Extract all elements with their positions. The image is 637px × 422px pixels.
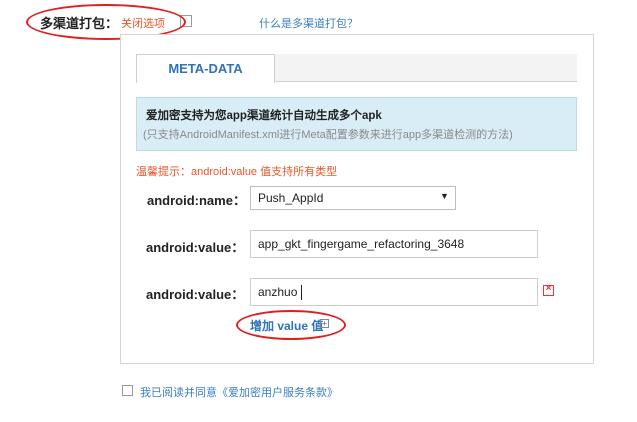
info-box [136,97,577,151]
help-link[interactable]: 什么是多渠道打包？ [259,15,358,31]
info-subtitle: (只支持AndroidManifest.xml进行Meta配置参数来进行app多… [143,129,513,141]
android-value-text-1: app_gkt_fingergame_refactoring_3648 [258,237,465,251]
agreement-checkbox[interactable] [122,385,133,396]
android-value-text-2: anzhuo [258,285,298,299]
android-name-label: android:name： [147,193,246,208]
android-value-label-1: android:value： [146,240,245,255]
chevron-down-icon: ▼ [440,191,449,201]
text-caret [301,285,302,300]
highlight-ellipse-add-value [236,310,346,340]
info-title: 爱加密支持为您app渠道统计自动生成多个apk [146,110,382,122]
agreement-link[interactable]: 我已阅读并同意《爱加密用户服务条款》 [140,384,338,400]
android-value-label-2: android:value： [146,287,245,302]
tip-text: 温馨提示：android:value 值支持所有类型 [136,166,338,178]
tab-meta-data-label: META-DATA [168,61,243,76]
delete-icon[interactable] [543,283,554,296]
android-name-selected-value: Push_AppId [258,191,324,205]
